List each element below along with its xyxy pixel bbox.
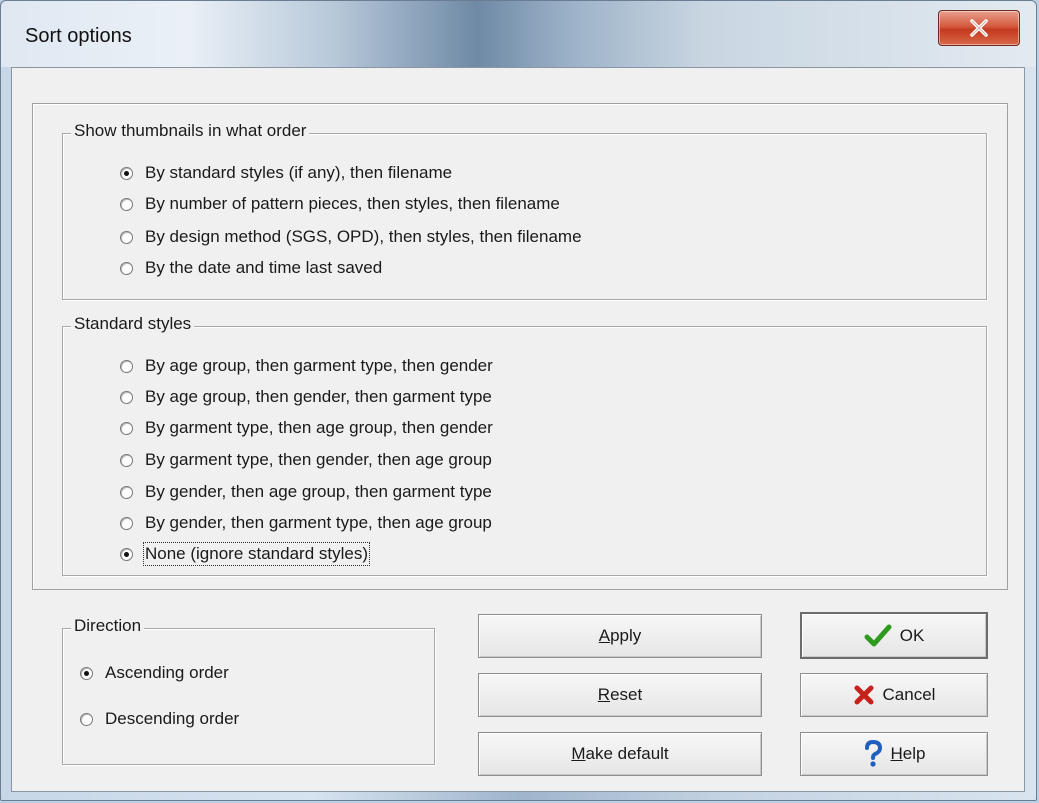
direction-group: Direction [62, 616, 435, 765]
radio-styles-age-garment-gender[interactable]: By age group, then garment type, then ge… [120, 356, 493, 376]
radio-label: Descending order [105, 709, 240, 728]
radio-button[interactable] [120, 453, 133, 467]
radio-thumbnails-standard-styles[interactable]: By standard styles (if any), then filena… [120, 163, 452, 183]
radio-styles-none[interactable]: None (ignore standard styles) [120, 542, 371, 566]
close-button[interactable] [938, 10, 1020, 46]
radio-button[interactable] [120, 230, 133, 244]
reset-button-label: Reset [597, 685, 643, 704]
thumbnails-order-legend: Show thumbnails in what order [71, 121, 310, 141]
make-default-button[interactable]: Make default [478, 732, 762, 776]
radio-label: By design method (SGS, OPD), then styles… [145, 227, 582, 246]
red-x-icon [853, 684, 875, 706]
question-icon [863, 740, 883, 768]
radio-label: Ascending order [105, 663, 229, 682]
standard-styles-legend: Standard styles [71, 314, 195, 334]
radio-button[interactable] [120, 516, 133, 530]
radio-label: By gender, then garment type, then age g… [145, 513, 492, 532]
checkmark-icon [864, 624, 892, 648]
reset-button[interactable]: Reset [478, 673, 762, 717]
radio-styles-garment-gender-age[interactable]: By garment type, then gender, then age g… [120, 450, 492, 470]
help-button[interactable]: Help [800, 732, 988, 776]
title-bar[interactable]: Sort options [1, 1, 1036, 67]
radio-button[interactable] [120, 197, 133, 211]
radio-button[interactable] [120, 485, 133, 499]
cancel-button-label: Cancel [882, 685, 936, 704]
radio-direction-ascending[interactable]: Ascending order [80, 663, 229, 683]
radio-thumbnails-date-saved[interactable]: By the date and time last saved [120, 258, 382, 278]
radio-label: By number of pattern pieces, then styles… [145, 194, 560, 213]
radio-button[interactable] [120, 261, 133, 275]
radio-button[interactable] [120, 390, 133, 404]
apply-button-label: Apply [598, 626, 642, 645]
radio-label: By age group, then garment type, then ge… [145, 356, 493, 375]
radio-button[interactable] [120, 166, 133, 180]
radio-styles-gender-age-garment[interactable]: By gender, then age group, then garment … [120, 482, 492, 502]
radio-button[interactable] [80, 712, 93, 726]
radio-label: By gender, then age group, then garment … [145, 482, 492, 501]
close-icon [970, 19, 988, 37]
window-title: Sort options [25, 25, 132, 47]
help-button-label: Help [890, 744, 926, 763]
radio-label: By standard styles (if any), then filena… [145, 163, 453, 182]
radio-styles-age-gender-garment[interactable]: By age group, then gender, then garment … [120, 387, 492, 407]
radio-label: By the date and time last saved [145, 258, 383, 277]
radio-label: None (ignore standard styles) [142, 542, 371, 566]
ok-button[interactable]: OK [800, 612, 988, 659]
radio-button[interactable] [120, 547, 133, 561]
radio-label: By age group, then gender, then garment … [145, 387, 492, 406]
direction-legend: Direction [71, 616, 145, 636]
radio-thumbnails-pattern-pieces[interactable]: By number of pattern pieces, then styles… [120, 194, 560, 214]
make-default-button-label: Make default [571, 744, 669, 763]
radio-direction-descending[interactable]: Descending order [80, 709, 239, 729]
radio-styles-gender-garment-age[interactable]: By gender, then garment type, then age g… [120, 513, 492, 533]
radio-styles-garment-age-gender[interactable]: By garment type, then age group, then ge… [120, 418, 493, 438]
radio-button[interactable] [120, 421, 133, 435]
radio-button[interactable] [80, 666, 93, 680]
ok-button-label: OK [899, 625, 925, 645]
radio-button[interactable] [120, 359, 133, 373]
apply-button[interactable]: Apply [478, 614, 762, 658]
radio-thumbnails-design-method[interactable]: By design method (SGS, OPD), then styles… [120, 227, 582, 247]
cancel-button[interactable]: Cancel [800, 673, 988, 717]
radio-label: By garment type, then age group, then ge… [145, 418, 493, 437]
radio-label: By garment type, then gender, then age g… [145, 450, 492, 469]
